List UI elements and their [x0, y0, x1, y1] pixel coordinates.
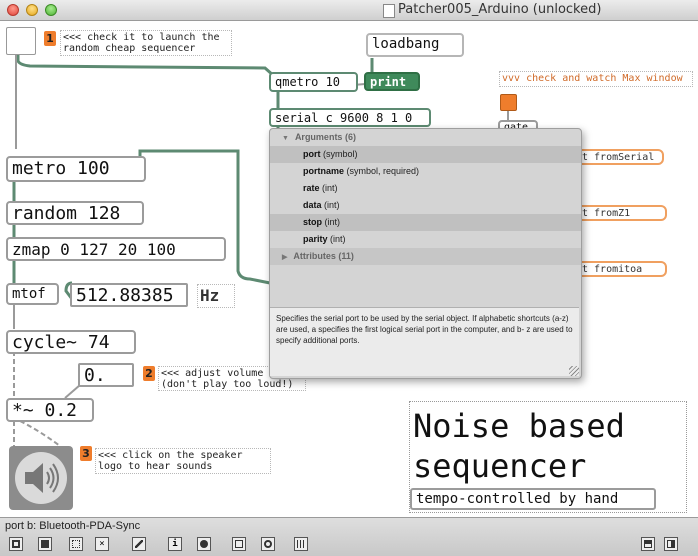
- object-zmap[interactable]: zmap 0 127 20 100: [6, 237, 226, 261]
- patch-cord: [138, 149, 271, 285]
- patch-title: Noise based sequencer: [413, 407, 625, 485]
- status-text: port b: Bluetooth-PDA-Sync: [5, 520, 141, 532]
- argument-name: stop: [303, 217, 322, 227]
- argument-desc: (int): [324, 217, 341, 227]
- argument-item[interactable]: port (symbol): [270, 146, 581, 163]
- grid-toggle-button[interactable]: [294, 537, 308, 551]
- number-box-frequency[interactable]: 512.88385: [70, 283, 188, 307]
- object-metro[interactable]: metro 100: [6, 156, 146, 182]
- argument-item[interactable]: stop (int): [270, 214, 581, 231]
- bang-button[interactable]: [500, 94, 517, 111]
- object-loadbang[interactable]: loadbang: [366, 33, 464, 57]
- patch-subtitle: tempo-controlled by hand: [410, 488, 656, 510]
- patcher-canvas[interactable]: 1 <<< check it to launch the random chea…: [0, 21, 698, 516]
- explore-button[interactable]: [261, 537, 275, 551]
- toggle[interactable]: [6, 27, 36, 55]
- status-bar: port b: Bluetooth-PDA-Sync × i: [0, 517, 698, 556]
- object-serial[interactable]: serial c 9600 8 1 0: [269, 108, 431, 127]
- zoom-window-button[interactable]: [45, 4, 57, 16]
- snap-icon: [297, 540, 305, 548]
- argument-desc: (int): [324, 200, 340, 210]
- grid-icon: [72, 540, 80, 548]
- argument-name: port: [303, 149, 321, 159]
- presentation-toggle-button[interactable]: [38, 537, 52, 551]
- sidebar-button[interactable]: [664, 537, 678, 551]
- inspector-button[interactable]: i: [168, 537, 182, 551]
- argument-description: Specifies the serial port to be used by …: [270, 307, 579, 376]
- info-icon: i: [172, 539, 178, 549]
- argument-desc: (int): [322, 183, 338, 193]
- argument-item[interactable]: parity (int): [270, 231, 581, 248]
- patch-cord: [64, 384, 81, 399]
- window-title: Patcher005_Arduino (unlocked): [398, 2, 602, 17]
- argument-desc: (symbol): [323, 149, 358, 159]
- hide-cords-button[interactable]: ×: [95, 537, 109, 551]
- argument-desc: (int): [330, 234, 346, 244]
- arguments-header: Arguments (6): [294, 132, 356, 142]
- patching-mode-button[interactable]: [69, 537, 83, 551]
- minimize-window-button[interactable]: [26, 4, 38, 16]
- comment-max-window: vvv check and watch Max window: [499, 71, 693, 87]
- argument-item[interactable]: rate (int): [270, 180, 581, 197]
- split-view-button[interactable]: [641, 537, 655, 551]
- document-icon: [383, 4, 395, 18]
- split-icon: [644, 540, 652, 548]
- argument-name: portname: [303, 166, 345, 176]
- argument-item[interactable]: portname (symbol, required): [270, 163, 581, 180]
- label-hz: Hz: [197, 284, 235, 308]
- attributes-section[interactable]: ▶ Attributes (11): [270, 248, 581, 265]
- comment-launch-sequencer: <<< check it to launch the random cheap …: [60, 30, 232, 56]
- lock-toggle-button[interactable]: [9, 537, 23, 551]
- cross-icon: ×: [99, 539, 105, 549]
- object-qmetro[interactable]: qmetro 10: [269, 72, 358, 92]
- search-icon: [264, 540, 272, 548]
- object-print[interactable]: print: [364, 72, 420, 91]
- comment-speaker: <<< click on the speaker logo to hear so…: [95, 448, 271, 474]
- resize-grip-icon[interactable]: [569, 366, 579, 376]
- object-mtof[interactable]: mtof: [6, 283, 59, 305]
- step-badge-2: 2: [143, 366, 155, 381]
- autocomplete-popup: ▼ Arguments (6) port (symbol) portname (s…: [269, 128, 582, 379]
- number-box-volume[interactable]: 0.: [78, 363, 134, 387]
- attributes-header: Attributes (11): [293, 251, 354, 261]
- console-icon: [235, 540, 243, 548]
- argument-name: data: [303, 200, 322, 210]
- argument-name: rate: [303, 183, 320, 193]
- title-bar: Patcher005_Arduino (unlocked): [0, 0, 698, 21]
- lock-icon: [12, 540, 20, 548]
- ezdac-speaker-button[interactable]: [9, 446, 73, 510]
- patch-cord: [19, 420, 61, 447]
- argument-item[interactable]: data (int): [270, 197, 581, 214]
- disclosure-right-icon: ▶: [282, 254, 288, 261]
- speaker-icon: [15, 452, 67, 504]
- sidebar-icon: [667, 540, 675, 548]
- disclosure-down-icon: ▼: [282, 135, 289, 142]
- object-multiply[interactable]: *~ 0.2: [6, 398, 94, 422]
- argument-desc: (symbol, required): [346, 166, 420, 176]
- debug-button[interactable]: [197, 537, 211, 551]
- console-button[interactable]: [232, 537, 246, 551]
- eye-icon: [200, 540, 208, 548]
- pencil-icon: [135, 540, 143, 548]
- step-badge-3: 3: [80, 446, 92, 461]
- object-random[interactable]: random 128: [6, 201, 144, 225]
- step-badge-1: 1: [44, 31, 56, 46]
- arguments-section[interactable]: ▼ Arguments (6): [270, 129, 581, 146]
- new-view-button[interactable]: [132, 537, 146, 551]
- patch-cord: [16, 54, 275, 78]
- close-window-button[interactable]: [7, 4, 19, 16]
- argument-name: parity: [303, 234, 328, 244]
- presentation-icon: [41, 540, 49, 548]
- object-cycle[interactable]: cycle~ 74: [6, 330, 136, 354]
